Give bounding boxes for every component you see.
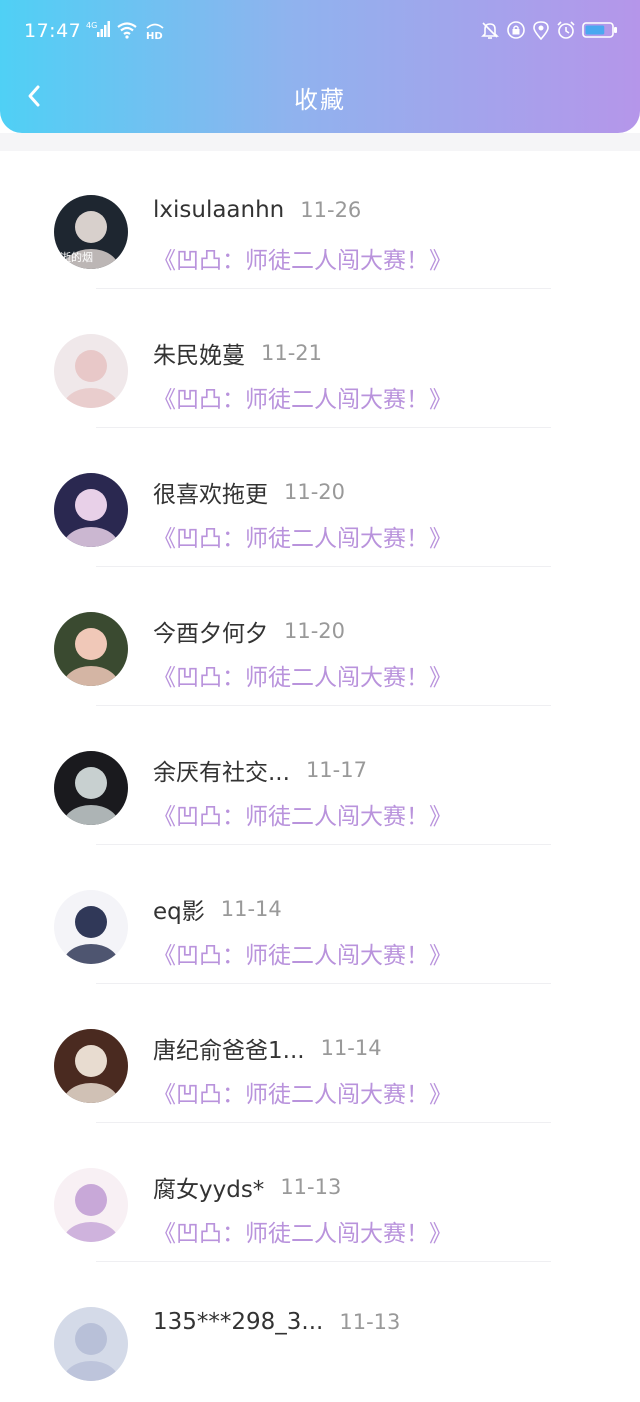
wifi-icon [116, 21, 138, 39]
name-line: 余厌有社交... 11-17 [153, 753, 367, 786]
divider [96, 705, 551, 706]
location-icon [532, 20, 550, 40]
nav-bar: 收藏 [0, 64, 640, 130]
favorite-item[interactable]: 朱民娩蔓 11-21 《凹凸：师徒二人闯大赛！》 [0, 290, 640, 429]
name-line: 朱民娩蔓 11-21 [153, 336, 323, 369]
status-time: 17:47 [24, 20, 82, 42]
story-title-link[interactable]: 《凹凸：师徒二人闯大赛！》 [153, 797, 452, 831]
alarm-icon [556, 20, 576, 40]
page-title: 收藏 [294, 86, 346, 114]
avatar[interactable] [54, 890, 128, 964]
story-title-link[interactable]: 《凹凸：师徒二人闯大赛！》 [153, 1214, 452, 1248]
user-name[interactable]: 朱民娩蔓 [153, 336, 245, 370]
name-line: 很喜欢拖更 11-20 [153, 475, 346, 508]
user-name[interactable]: 腐女yyds* [153, 1170, 264, 1204]
avatar[interactable]: 逝的烟 [54, 195, 128, 269]
avatar[interactable] [54, 1029, 128, 1103]
favorite-date: 11-13 [339, 1310, 401, 1334]
avatar[interactable] [54, 1307, 128, 1381]
name-line: 腐女yyds* 11-13 [153, 1170, 342, 1203]
favorite-item[interactable]: 余厌有社交... 11-17 《凹凸：师徒二人闯大赛！》 [0, 707, 640, 846]
divider [96, 844, 551, 845]
favorite-date: 11-20 [284, 480, 346, 504]
hd-icon: HD [144, 20, 166, 40]
name-line: eq影 11-14 [153, 892, 282, 925]
header-spacer [0, 133, 640, 151]
status-bar: 17:47 4G HD [0, 0, 640, 64]
favorite-date: 11-14 [220, 897, 282, 921]
user-name[interactable]: 今酉夕何夕 [153, 614, 268, 648]
avatar[interactable] [54, 612, 128, 686]
favorite-item[interactable]: 135***298_3... 11-13 [0, 1263, 640, 1402]
svg-text:4G: 4G [86, 21, 97, 30]
favorite-item[interactable]: 今酉夕何夕 11-20 《凹凸：师徒二人闯大赛！》 [0, 568, 640, 707]
lock-icon [506, 20, 526, 40]
divider [96, 566, 551, 567]
user-name[interactable]: 135***298_3... [153, 1309, 323, 1335]
avatar[interactable] [54, 1168, 128, 1242]
favorite-date: 11-13 [280, 1175, 342, 1199]
battery-icon [582, 21, 618, 39]
favorite-date: 11-21 [261, 341, 323, 365]
favorite-item[interactable]: eq影 11-14 《凹凸：师徒二人闯大赛！》 [0, 846, 640, 985]
story-title-link[interactable]: 《凹凸：师徒二人闯大赛！》 [153, 519, 452, 553]
divider [96, 288, 551, 289]
user-name[interactable]: lxisulaanhn [153, 197, 284, 223]
name-line: lxisulaanhn 11-26 [153, 197, 361, 227]
signal-icon: 4G [86, 20, 110, 40]
favorite-item[interactable]: 唐纪俞爸爸1... 11-14 《凹凸：师徒二人闯大赛！》 [0, 985, 640, 1124]
favorite-date: 11-20 [284, 619, 346, 643]
favorites-list: 逝的烟 lxisulaanhn 11-26 《凹凸：师徒二人闯大赛！》 朱民娩蔓 11-2… [0, 151, 640, 1402]
bell-off-icon [480, 20, 500, 40]
favorite-date: 11-14 [320, 1036, 382, 1060]
story-title-link[interactable]: 《凹凸：师徒二人闯大赛！》 [153, 1075, 452, 1109]
favorite-item[interactable]: 很喜欢拖更 11-20 《凹凸：师徒二人闯大赛！》 [0, 429, 640, 568]
story-title-link[interactable]: 《凹凸：师徒二人闯大赛！》 [153, 658, 452, 692]
favorite-item[interactable]: 腐女yyds* 11-13 《凹凸：师徒二人闯大赛！》 [0, 1124, 640, 1263]
divider [96, 427, 551, 428]
avatar[interactable] [54, 751, 128, 825]
name-line: 135***298_3... 11-13 [153, 1309, 400, 1339]
avatar[interactable] [54, 334, 128, 408]
user-name[interactable]: 很喜欢拖更 [153, 475, 268, 509]
divider [96, 1122, 551, 1123]
svg-text:HD: HD [146, 31, 163, 40]
status-right-icons [480, 20, 618, 40]
avatar[interactable] [54, 473, 128, 547]
divider [96, 983, 551, 984]
user-name[interactable]: 余厌有社交... [153, 753, 290, 787]
name-line: 唐纪俞爸爸1... 11-14 [153, 1031, 382, 1064]
story-title-link[interactable]: 《凹凸：师徒二人闯大赛！》 [153, 936, 452, 970]
story-title-link[interactable]: 《凹凸：师徒二人闯大赛！》 [153, 380, 452, 414]
favorite-item[interactable]: 逝的烟 lxisulaanhn 11-26 《凹凸：师徒二人闯大赛！》 [0, 151, 640, 290]
name-line: 今酉夕何夕 11-20 [153, 614, 346, 647]
app-header: 17:47 4G HD 收藏 [0, 0, 640, 133]
divider [96, 1261, 551, 1262]
svg-text:逝的烟: 逝的烟 [60, 250, 93, 264]
user-name[interactable]: eq影 [153, 892, 205, 926]
favorite-date: 11-17 [305, 758, 367, 782]
user-name[interactable]: 唐纪俞爸爸1... [153, 1031, 305, 1065]
story-title-link[interactable]: 《凹凸：师徒二人闯大赛！》 [153, 241, 452, 275]
favorite-date: 11-26 [300, 198, 362, 222]
status-left-icons: 4G HD [86, 20, 166, 40]
